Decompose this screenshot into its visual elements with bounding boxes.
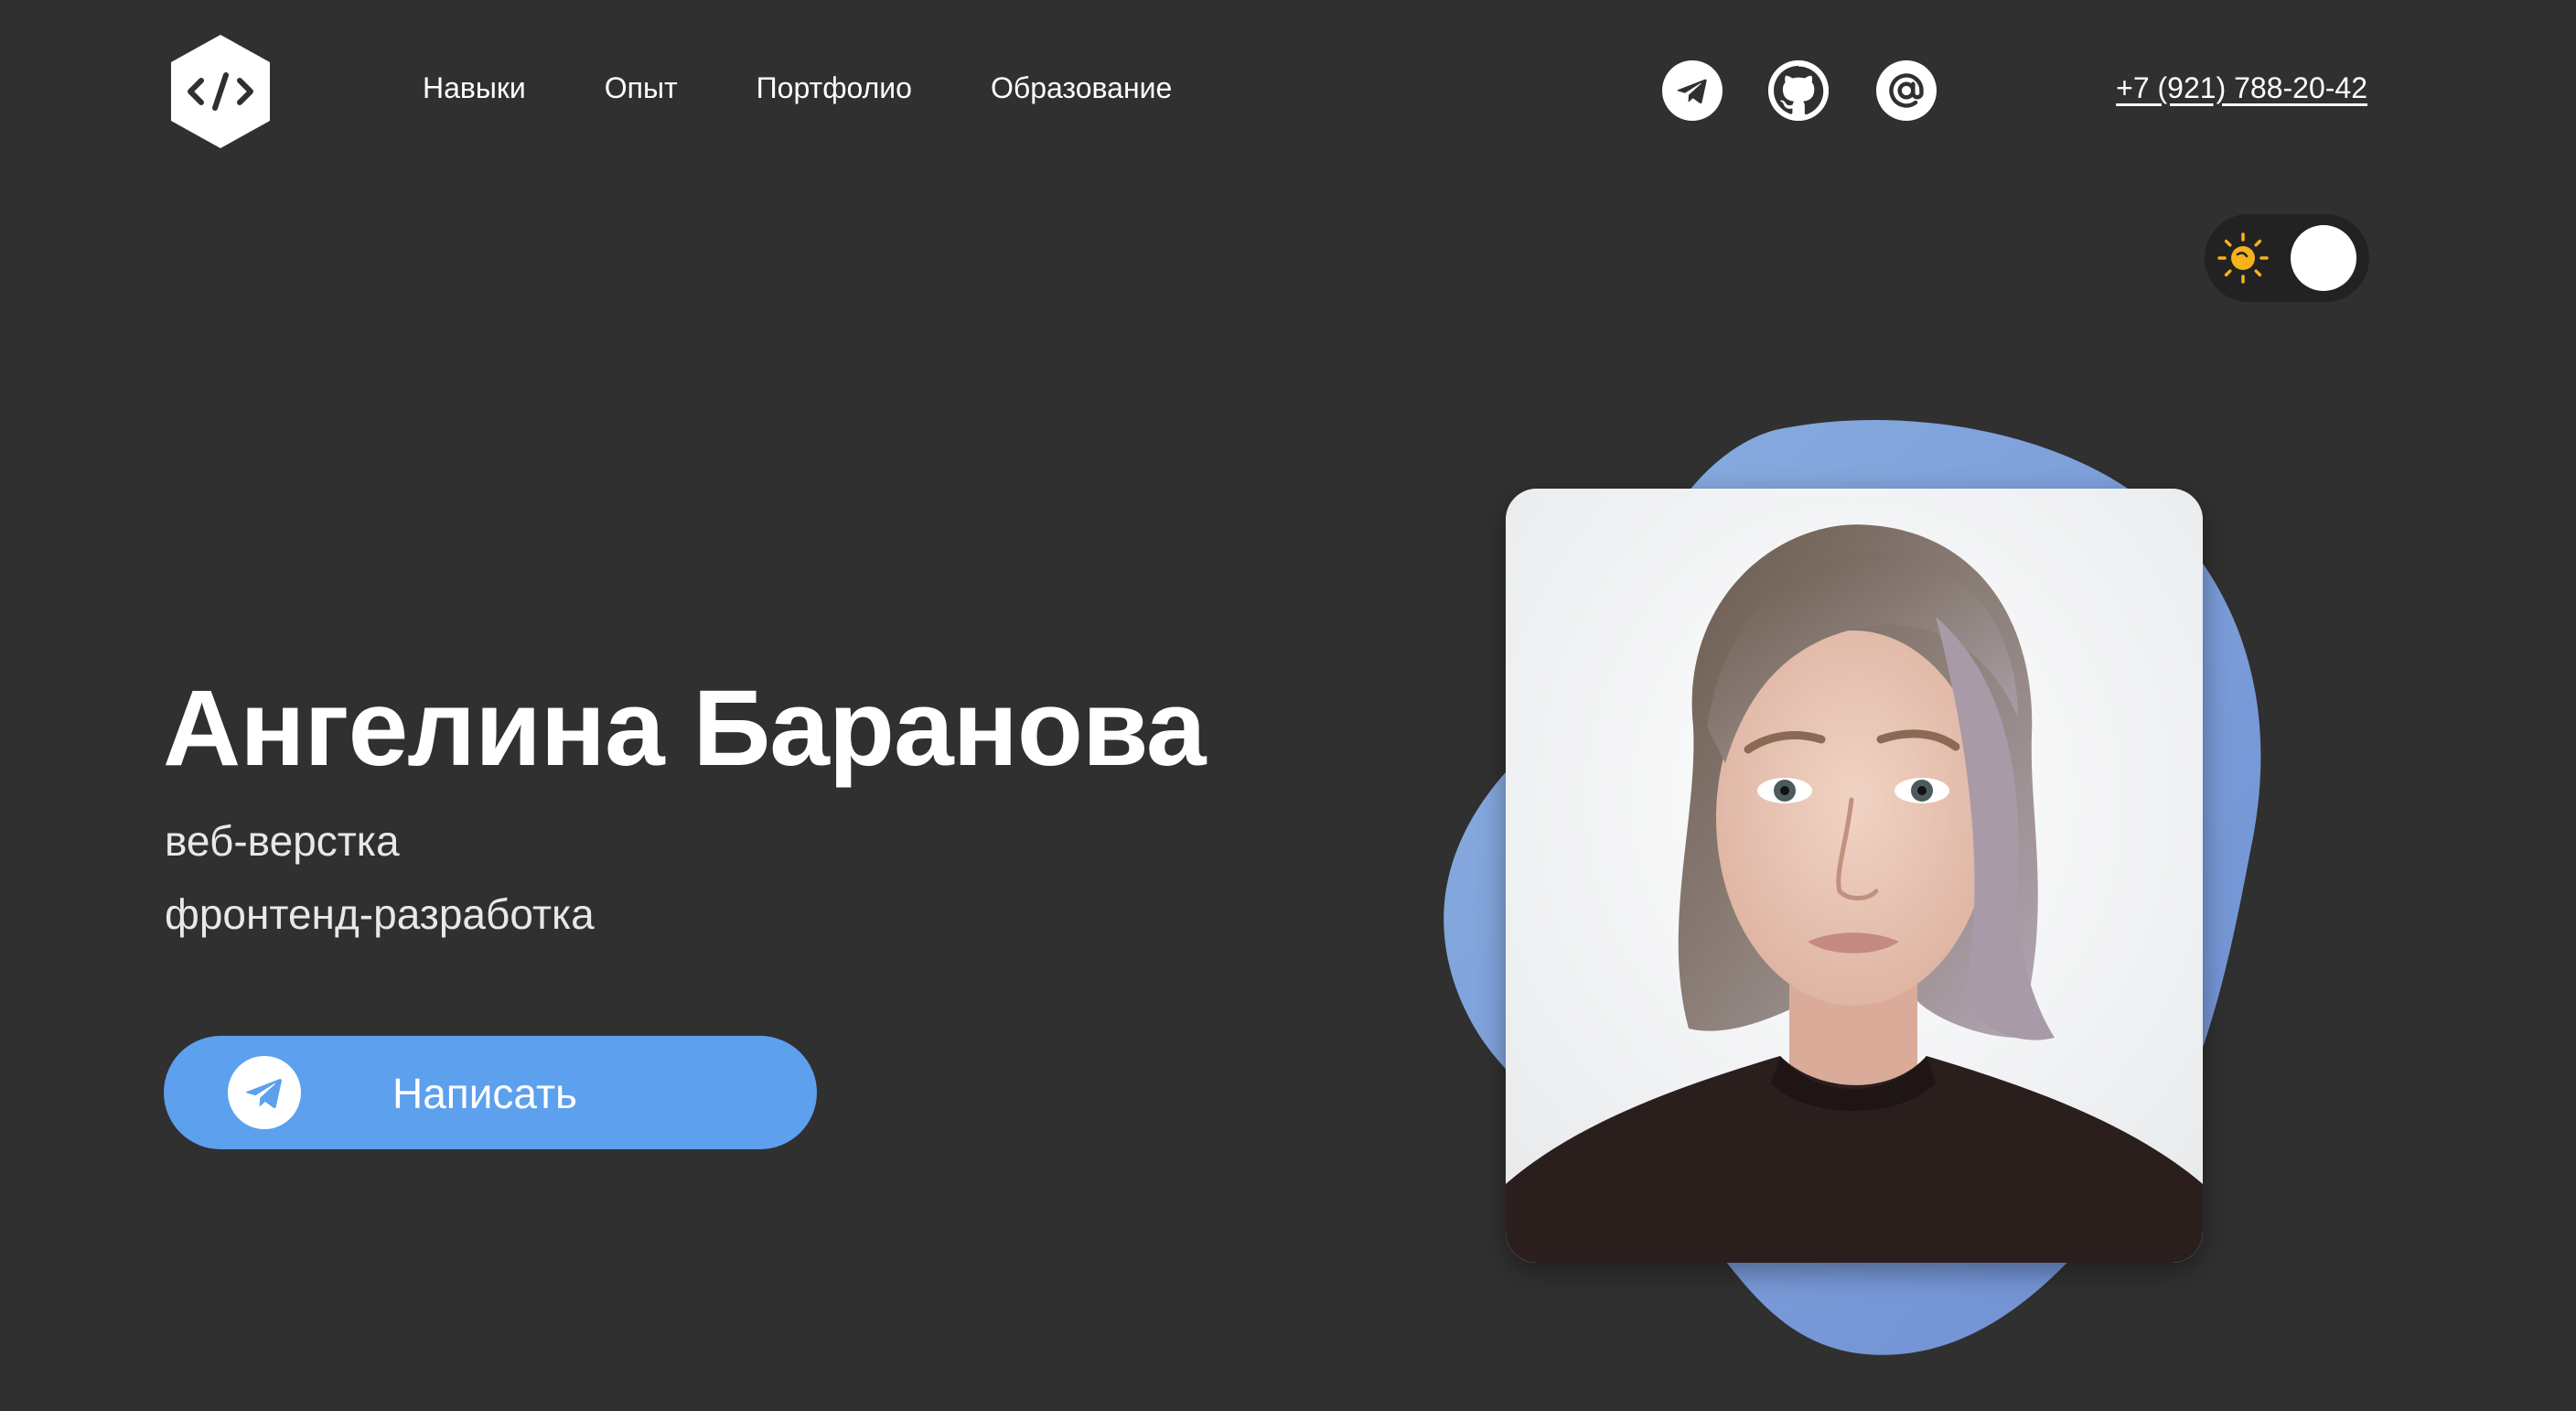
- github-link[interactable]: [1768, 60, 1829, 121]
- profile-photo: [1506, 489, 2203, 1263]
- phone-link[interactable]: +7 (921) 788-20-42: [2116, 71, 2367, 105]
- email-link[interactable]: [1876, 60, 1937, 121]
- page: Навыки Опыт Портфолио Образование +7 (92…: [0, 0, 2576, 1411]
- write-button-label: Написать: [392, 1070, 578, 1117]
- toggle-knob[interactable]: [2291, 225, 2356, 291]
- nav-item-skills[interactable]: Навыки: [423, 71, 526, 105]
- github-icon: [1768, 60, 1829, 121]
- nav-item-education[interactable]: Образование: [991, 71, 1172, 105]
- telegram-icon: [246, 1079, 282, 1109]
- theme-toggle[interactable]: [2205, 214, 2369, 302]
- role-line-2: фронтенд-разработка: [165, 890, 595, 938]
- telegram-link[interactable]: [1662, 60, 1723, 121]
- write-button[interactable]: Написать: [164, 1036, 817, 1149]
- telegram-icon: [1677, 79, 1707, 104]
- role-line-1: веб-верстка: [165, 817, 400, 865]
- page-title: Ангелина Баранова: [163, 668, 1207, 789]
- main-nav: Навыки Опыт Портфолио Образование: [423, 71, 1250, 105]
- sun-icon: [2217, 232, 2269, 284]
- at-sign-icon: [1889, 73, 1924, 108]
- nav-item-experience[interactable]: Опыт: [605, 71, 678, 105]
- code-brackets-icon[interactable]: [168, 33, 273, 150]
- nav-item-portfolio[interactable]: Портфолио: [757, 71, 912, 105]
- telegram-icon-badge: [228, 1056, 301, 1129]
